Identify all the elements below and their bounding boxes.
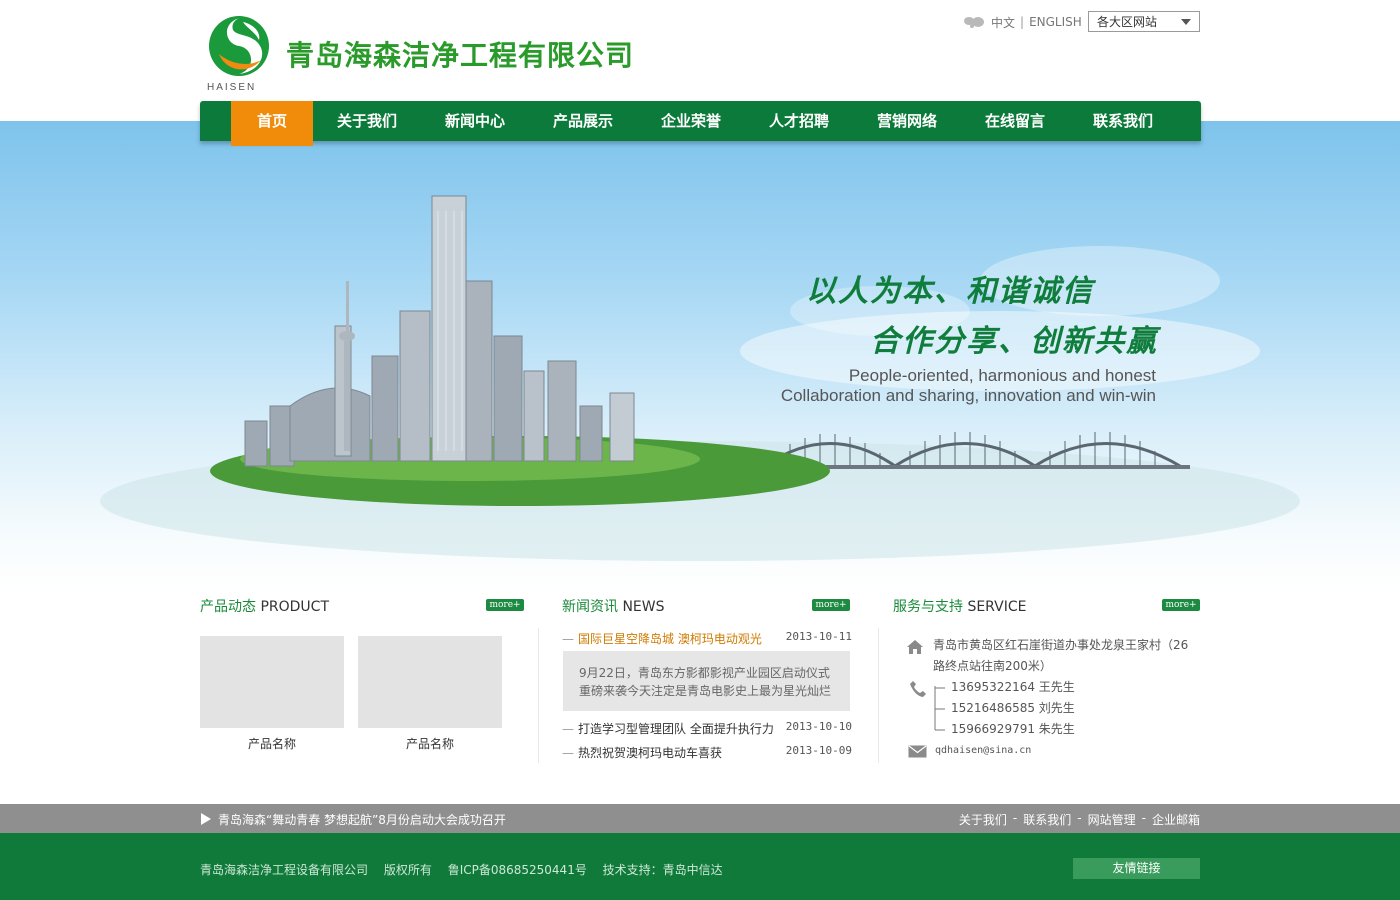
- news-title-cn: 新闻资讯: [562, 599, 618, 615]
- product-image[interactable]: [200, 636, 344, 728]
- service-more-button[interactable]: more+: [1162, 599, 1200, 611]
- news-item[interactable]: — 热烈祝贺澳柯玛电动车喜获 2013-10-09: [562, 744, 852, 761]
- nav-item-news[interactable]: 新闻中心: [421, 101, 529, 141]
- nav-item-home[interactable]: 首页: [231, 101, 313, 146]
- news-title-en: NEWS: [622, 599, 665, 615]
- link-separator: -: [1077, 811, 1082, 825]
- link-separator: -: [1141, 811, 1146, 825]
- nav-item-careers[interactable]: 人才招聘: [745, 101, 853, 141]
- service-title-en: SERVICE: [967, 599, 1027, 615]
- service-title-cn: 服务与支持: [893, 599, 963, 615]
- news-item[interactable]: — 打造学习型管理团队 全面提升执行力 2013-10-10: [562, 720, 852, 737]
- news-section-title: 新闻资讯 NEWS: [562, 596, 665, 616]
- product-title-en: PRODUCT: [260, 599, 329, 615]
- logo-wordmark: HAISEN: [207, 82, 257, 93]
- news-item-title: 热烈祝贺澳柯玛电动车喜获: [578, 746, 723, 760]
- company-name: 青岛海森洁净工程有限公司: [286, 39, 635, 72]
- nav-item-network[interactable]: 营销网络: [853, 101, 961, 141]
- footer-company: 青岛海森洁净工程设备有限公司: [200, 863, 369, 877]
- banner-slogan-cn-2: 合作分享、创新共赢: [870, 324, 1158, 359]
- news-item[interactable]: — 国际巨星空降岛城 澳柯玛电动观光 2013-10-11: [562, 630, 852, 647]
- banner-slogan-cn-1: 以人为本、和谐诚信: [806, 274, 1094, 309]
- product-section-title: 产品动态 PRODUCT: [200, 596, 329, 616]
- banner-slogan-en-2: Collaboration and sharing, innovation an…: [780, 386, 1156, 405]
- notice-strip: 青岛海森“舞动青春 梦想起航”8月份启动大会成功召开 关于我们 - 联系我们 -…: [0, 804, 1400, 833]
- column-divider: [878, 628, 879, 763]
- link-separator: -: [1012, 811, 1018, 825]
- haisen-logo-icon[interactable]: [207, 14, 271, 78]
- lang-english-link[interactable]: ENGLISH: [1029, 15, 1082, 29]
- banner-slogan-en-1: People-oriented, harmonious and honest: [848, 366, 1156, 385]
- play-icon: [201, 813, 211, 825]
- service-email[interactable]: qdhaisen@sina.cn: [935, 740, 1031, 761]
- world-map-icon: [964, 17, 984, 28]
- news-bullet: —: [562, 632, 574, 646]
- product-image[interactable]: [358, 636, 502, 728]
- product-name[interactable]: 产品名称: [358, 735, 502, 752]
- service-phone[interactable]: 13695322164 王先生: [951, 677, 1075, 698]
- service-phone[interactable]: 15966929791 朱先生: [951, 719, 1075, 740]
- home-icon: [907, 640, 923, 654]
- footer-quick-links: 关于我们 - 联系我们 - 网站管理 - 企业邮箱: [959, 811, 1200, 828]
- nav-item-about[interactable]: 关于我们: [313, 101, 421, 141]
- service-phone[interactable]: 15216486585 刘先生: [951, 698, 1075, 719]
- footer-link-mail[interactable]: 企业邮箱: [1152, 811, 1200, 828]
- main-nav: 首页 关于我们 新闻中心 产品展示 企业荣誉 人才招聘 营销网络 在线留言 联系…: [200, 101, 1201, 146]
- lang-chinese-link[interactable]: 中文: [991, 14, 1015, 31]
- service-address: 青岛市黄岛区红石崖街道办事处龙泉王家村（26路终点站往南200米）: [933, 638, 1189, 673]
- service-section-title: 服务与支持 SERVICE: [893, 596, 1026, 616]
- city-skyline-illustration: [100, 195, 1300, 561]
- phone-list-bracket: [934, 686, 945, 731]
- news-item-date: 2013-10-09: [785, 744, 852, 757]
- notice-text[interactable]: 青岛海森“舞动青春 梦想起航”8月份启动大会成功召开: [218, 811, 506, 828]
- news-more-button[interactable]: more+: [812, 599, 850, 611]
- news-item-date: 2013-10-11: [785, 630, 852, 643]
- footer-link-admin[interactable]: 网站管理: [1088, 811, 1136, 828]
- friend-links-button[interactable]: 友情链接: [1073, 858, 1200, 879]
- nav-item-honors[interactable]: 企业荣誉: [637, 101, 745, 141]
- product-title-cn: 产品动态: [200, 599, 256, 615]
- footer-link-about[interactable]: 关于我们: [959, 811, 1007, 828]
- news-bullet: —: [562, 746, 574, 760]
- column-divider: [538, 628, 539, 763]
- mail-icon: [908, 745, 927, 758]
- footer: 青岛海森洁净工程设备有限公司 版权所有 鲁ICP备08685250441号 技术…: [0, 833, 1400, 900]
- footer-rights: 版权所有: [383, 863, 432, 877]
- product-more-button[interactable]: more+: [486, 599, 524, 611]
- hero-banner: 以人为本、和谐诚信 合作分享、创新共赢 People-oriented, har…: [0, 121, 1400, 591]
- news-summary: 9月22日，青岛东方影都影视产业园区启动仪式重磅来袭今天注定是青岛电影史上最为星…: [563, 651, 850, 711]
- region-select-value: 各大区网站: [1097, 15, 1158, 29]
- footer-icp[interactable]: 鲁ICP备08685250441号: [448, 863, 587, 877]
- region-site-select[interactable]: 各大区网站: [1088, 11, 1200, 32]
- lang-separator: |: [1020, 15, 1025, 29]
- news-item-title: 打造学习型管理团队 全面提升执行力: [578, 722, 774, 736]
- footer-link-contact[interactable]: 联系我们: [1023, 811, 1071, 828]
- product-name[interactable]: 产品名称: [200, 735, 344, 752]
- language-bar: 中文 | ENGLISH: [963, 11, 1082, 33]
- footer-support: 技术支持：青岛中信达: [602, 863, 723, 877]
- nav-item-products[interactable]: 产品展示: [529, 101, 637, 141]
- news-item-title: 国际巨星空降岛城 澳柯玛电动观光: [578, 632, 762, 646]
- news-item-date: 2013-10-10: [785, 720, 852, 733]
- news-bullet: —: [562, 722, 574, 736]
- chevron-down-icon: [1181, 18, 1191, 25]
- nav-item-contact[interactable]: 联系我们: [1069, 101, 1177, 141]
- phone-icon: [910, 681, 926, 697]
- nav-item-message[interactable]: 在线留言: [961, 101, 1069, 141]
- copyright: 青岛海森洁净工程设备有限公司 版权所有 鲁ICP备08685250441号 技术…: [200, 861, 735, 878]
